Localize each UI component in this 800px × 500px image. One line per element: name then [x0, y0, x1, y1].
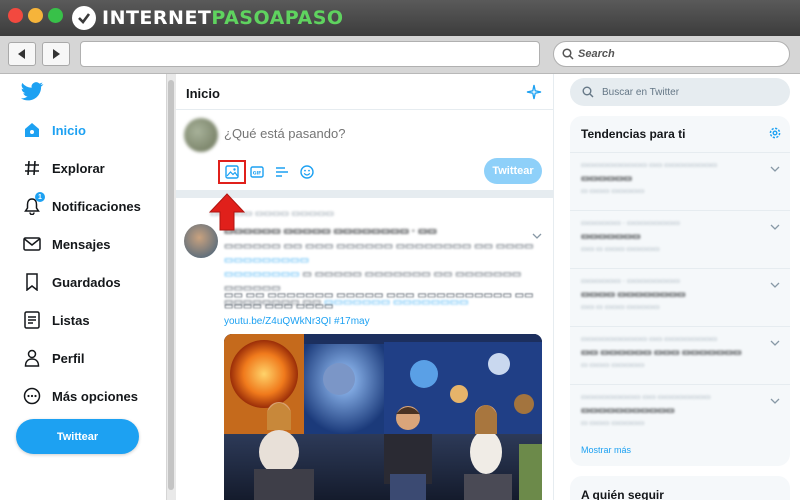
tweet-author-name[interactable]: ▭▭▭▭▭▭ ▭▭▭▭▭ ▭▭▭▭▭▭▭▭ · ▭▭ — [224, 226, 437, 237]
mail-icon — [22, 234, 42, 254]
nav-label-mensajes: Mensajes — [52, 236, 111, 252]
browser-titlebar: INTERNETPASOAPASO — [0, 0, 800, 36]
show-more-link[interactable]: Mostrar más — [581, 445, 631, 455]
gear-icon[interactable] — [768, 126, 782, 145]
page-title: Inicio — [186, 86, 220, 101]
nav-label-perfil: Perfil — [52, 350, 85, 366]
tweet-text-line: ▭▭ ▭▭ ▭▭▭▭▭▭▭ ▭▭▭▭▭ ▭▭▭ ▭▭▭▭▭▭▭▭▭▭ ▭▭ ▭▭… — [224, 290, 534, 312]
close-window-button[interactable] — [8, 8, 23, 23]
nav-item-listas[interactable]: Listas — [22, 308, 90, 332]
minimize-window-button[interactable] — [28, 8, 43, 23]
chevron-down-icon[interactable] — [770, 391, 780, 409]
search-placeholder: Buscar en Twitter — [602, 86, 680, 98]
brand-accent: PASOAPASO — [211, 7, 344, 29]
bell-icon: 1 — [22, 192, 45, 216]
site-watermark: INTERNETPASOAPASO — [72, 5, 344, 31]
tweet-card[interactable]: ▭▭▭▭▭ ▭▭▭▭ ▭▭▭▭▭ ▭▭▭▭▭▭ ▭▭▭▭▭ ▭▭▭▭▭▭▭▭ ·… — [176, 198, 553, 500]
left-scrollbar-thumb[interactable] — [168, 80, 174, 490]
browser-toolbar: Search — [0, 36, 800, 74]
tweet-composer: GIF Twittear — [176, 110, 553, 190]
twitter-bird-icon[interactable] — [20, 82, 44, 107]
emoji-icon — [300, 165, 314, 179]
add-gif-button[interactable]: GIF — [245, 162, 269, 182]
trend-item[interactable]: ▭▭▭▭▭▭ · ▭▭▭▭▭▭▭▭ ▭▭▭▭ ▭▭▭▭▭▭▭▭ ▭▭ ▭ ▭▭▭… — [570, 268, 790, 324]
image-icon — [225, 165, 239, 179]
timeline-header: Inicio — [176, 74, 553, 110]
twitter-search-input[interactable]: Buscar en Twitter — [570, 78, 790, 106]
forward-button[interactable] — [42, 42, 70, 66]
sparkle-icon[interactable] — [526, 84, 542, 105]
add-emoji-button[interactable] — [295, 162, 319, 182]
right-sidebar: Buscar en Twitter Tendencias para ti ▭▭▭… — [554, 74, 800, 500]
trend-item[interactable]: ▭▭▭▭▭▭▭▭▭▭ ▭▭ ▭▭▭▭▭▭▭▭ ▭▭▭▭▭▭ ▭ ▭▭▭ ▭▭▭▭… — [570, 152, 790, 208]
address-bar[interactable] — [80, 41, 540, 67]
brand-prefix: INTERNET — [102, 7, 212, 29]
trend-item[interactable]: ▭▭▭▭▭▭ · ▭▭▭▭▭▭▭▭ ▭▭▭▭▭▭▭ ▭▭ ▭ ▭▭▭ ▭▭▭▭▭ — [570, 210, 790, 266]
brand-logo-icon — [72, 6, 96, 30]
gif-icon: GIF — [250, 166, 264, 178]
composer-tools: GIF — [218, 160, 320, 184]
add-poll-button[interactable] — [270, 162, 294, 182]
home-icon — [22, 120, 42, 140]
nav-label-mas-opciones: Más opciones — [52, 388, 138, 404]
browser-search-label: Search — [578, 48, 615, 60]
nav-item-mensajes[interactable]: Mensajes — [22, 232, 111, 256]
add-image-button[interactable] — [218, 160, 246, 184]
trend-item[interactable]: ▭▭▭▭▭▭▭▭▭▭ ▭▭ ▭▭▭▭▭▭▭▭ ▭▭ ▭▭▭▭▭▭ ▭▭▭ ▭▭▭… — [570, 326, 790, 382]
trend-item[interactable]: ▭▭▭▭▭▭▭▭▭ ▭▭ ▭▭▭▭▭▭▭▭ ▭▭▭▭▭▭▭▭▭▭▭ ▭ ▭▭▭ … — [570, 384, 790, 440]
person-icon — [22, 348, 42, 368]
back-arrow-icon — [18, 49, 25, 59]
who-to-follow-title: A quién seguir — [581, 488, 664, 500]
tweet-media-image[interactable] — [224, 334, 542, 500]
trends-panel: Tendencias para ti ▭▭▭▭▭▭▭▭▭▭ ▭▭ ▭▭▭▭▭▭▭… — [570, 116, 790, 466]
left-navigation: Inicio Explorar 1 Notificaciones Mensaje… — [0, 74, 166, 500]
nav-label-notificaciones: Notificaciones — [52, 198, 141, 214]
bookmark-icon — [22, 272, 42, 292]
nav-item-inicio[interactable]: Inicio — [22, 118, 86, 142]
list-icon — [22, 310, 42, 330]
forward-arrow-icon — [53, 49, 60, 59]
who-to-follow-panel: A quién seguir — [570, 476, 790, 500]
chevron-down-icon[interactable] — [770, 333, 780, 351]
post-tweet-button[interactable]: Twittear — [484, 158, 542, 184]
nav-item-mas-opciones[interactable]: Más opciones — [22, 384, 138, 408]
back-button[interactable] — [8, 42, 36, 66]
timeline: Inicio GIF Twittear ▭▭▭▭▭ ▭▭▭▭ ▭▭▭▭▭ ▭ — [176, 74, 554, 500]
red-arrow-annotation — [208, 193, 246, 236]
search-icon — [582, 86, 594, 98]
tweet-link[interactable]: youtu.be/Z4uQWkNr3QI #17may — [224, 316, 370, 327]
nav-item-explorar[interactable]: Explorar — [22, 156, 105, 180]
avatar[interactable] — [184, 118, 218, 152]
notification-badge: 1 — [35, 192, 45, 202]
maximize-window-button[interactable] — [48, 8, 63, 23]
composer-input[interactable] — [224, 126, 524, 141]
nav-label-explorar: Explorar — [52, 160, 105, 176]
nav-label-listas: Listas — [52, 312, 90, 328]
poll-icon — [276, 167, 288, 177]
hashtag-icon — [22, 158, 42, 178]
nav-item-notificaciones[interactable]: 1 Notificaciones — [22, 192, 141, 218]
chevron-down-icon[interactable] — [770, 275, 780, 293]
nav-label-inicio: Inicio — [52, 122, 86, 138]
browser-search-field[interactable]: Search — [553, 41, 790, 67]
nav-label-guardados: Guardados — [52, 274, 121, 290]
svg-text:GIF: GIF — [253, 170, 262, 176]
nav-item-perfil[interactable]: Perfil — [22, 346, 85, 370]
tweet-button[interactable]: Twittear — [16, 419, 139, 454]
chevron-down-icon[interactable] — [770, 159, 780, 177]
chevron-down-icon[interactable] — [770, 217, 780, 235]
trends-title: Tendencias para ti — [581, 127, 686, 141]
nav-item-guardados[interactable]: Guardados — [22, 270, 121, 294]
search-icon — [562, 48, 574, 60]
more-circle-icon — [22, 386, 42, 406]
